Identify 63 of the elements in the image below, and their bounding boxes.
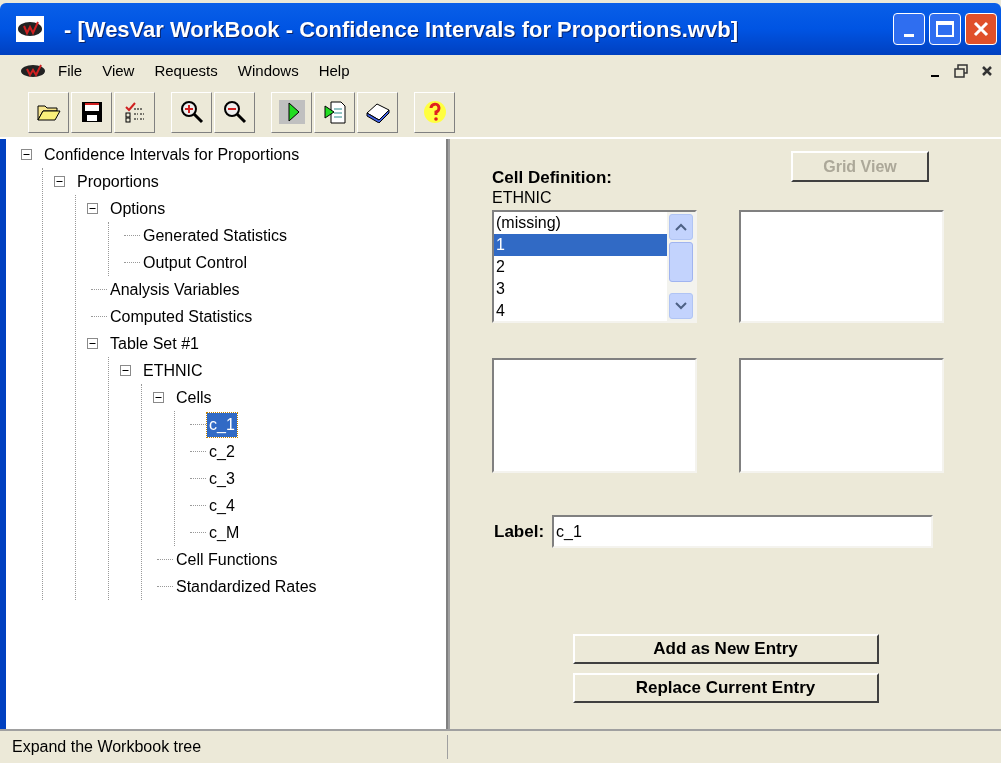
action-button[interactable]: Add as New Entry (572, 634, 879, 664)
field-label: Label: (494, 520, 545, 543)
list-item[interactable]: 1 (494, 234, 667, 256)
window-title: - [WesVar WorkBook - Confidence Intervals for Proportions.wvb] (64, 15, 739, 44)
cell-definition-heading: Cell Definition: (492, 168, 613, 188)
tree-item[interactable]: Standardized Rates (174, 574, 319, 599)
collapse-icon[interactable] (86, 203, 98, 214)
app-logo-icon (16, 16, 44, 42)
tree-item[interactable]: Proportions (75, 169, 161, 194)
tree-item[interactable]: c_3 (207, 466, 237, 491)
zoom-in-icon[interactable] (171, 91, 212, 133)
book-icon[interactable] (357, 91, 398, 133)
action-button[interactable]: Replace Current Entry (572, 673, 879, 703)
zoom-out-icon[interactable] (214, 91, 255, 133)
empty-listbox[interactable] (492, 358, 697, 473)
close-icon (972, 20, 990, 38)
collapse-icon[interactable] (119, 365, 131, 376)
list-item[interactable]: 4 (494, 300, 667, 322)
empty-listbox[interactable] (739, 210, 944, 323)
tree-item[interactable]: Computed Statistics (108, 304, 255, 329)
tree-item[interactable]: c_4 (207, 493, 237, 518)
collapse-icon[interactable] (86, 338, 98, 349)
scroll-thumb[interactable] (669, 242, 693, 282)
menu-item[interactable]: Requests (146, 59, 226, 83)
play-icon[interactable] (271, 91, 312, 133)
label-field[interactable]: c_1 (552, 515, 934, 548)
run-document-icon[interactable] (314, 91, 355, 133)
menu-item[interactable]: Windows (229, 59, 307, 83)
collapse-icon[interactable] (20, 149, 32, 160)
collapse-icon[interactable] (53, 176, 65, 187)
list-item[interactable]: 3 (494, 278, 667, 300)
list-item[interactable]: 2 (494, 256, 667, 278)
scroll-down-icon[interactable] (675, 302, 687, 310)
restore-icon (954, 64, 968, 78)
tree-item[interactable]: Confidence Intervals for Proportions (42, 142, 302, 167)
menu-item[interactable]: View (94, 59, 143, 83)
tree-item[interactable]: c_1 (207, 412, 237, 437)
tree-item[interactable]: ETHNIC (141, 358, 205, 383)
help-icon[interactable] (414, 91, 455, 133)
menu-item[interactable]: Help (310, 59, 358, 83)
empty-listbox[interactable] (739, 358, 944, 473)
tree-item[interactable]: Generated Statistics (141, 223, 290, 248)
menu-item[interactable]: File (50, 59, 91, 83)
status-text: Expand the Workbook tree (0, 735, 448, 759)
open-folder-icon[interactable] (28, 91, 69, 133)
tree-item[interactable]: Cells (174, 385, 214, 410)
tree-item[interactable]: Table Set #1 (108, 331, 201, 356)
tree-item[interactable]: c_M (207, 520, 242, 545)
scrollbar[interactable] (667, 212, 695, 321)
list-item[interactable]: (missing) (494, 212, 667, 234)
checklist-icon[interactable] (114, 91, 155, 133)
maximize-button[interactable] (929, 13, 961, 45)
collapse-icon[interactable] (152, 392, 164, 403)
close-icon (981, 65, 993, 77)
tree-item[interactable]: Output Control (141, 250, 250, 275)
variable-name: ETHNIC (492, 188, 553, 208)
save-icon[interactable] (71, 91, 112, 133)
tree-item[interactable]: c_2 (207, 439, 237, 464)
tree-item[interactable]: Options (108, 196, 168, 221)
scroll-up-icon[interactable] (675, 223, 687, 231)
values-listbox[interactable]: (missing) 1 2 3 4 (492, 210, 697, 323)
tree-item[interactable]: Analysis Variables (108, 277, 242, 302)
tree-item[interactable]: Cell Functions (174, 547, 280, 572)
